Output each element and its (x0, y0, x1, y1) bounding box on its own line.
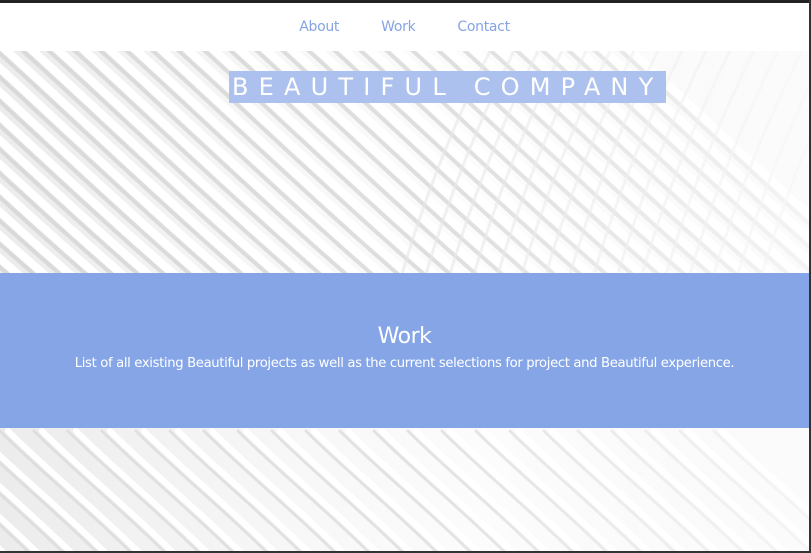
company-title: BEAUTIFUL COMPANY (229, 71, 667, 103)
nav-link-about[interactable]: About (299, 19, 339, 35)
nav-link-work[interactable]: Work (381, 19, 416, 35)
work-section: Work List of all existing Beautiful proj… (0, 273, 809, 428)
work-section-description: List of all existing Beautiful projects … (74, 356, 735, 371)
nav-link-contact[interactable]: Contact (457, 19, 510, 35)
top-navbar: About Work Contact (0, 3, 809, 51)
work-section-title: Work (377, 324, 432, 349)
